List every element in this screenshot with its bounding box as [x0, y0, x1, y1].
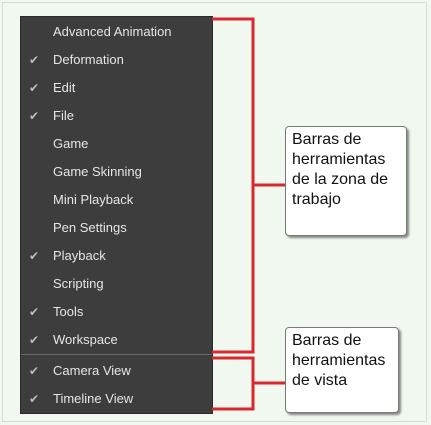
callout-line: de la zona de	[292, 171, 389, 188]
callout-line: de vista	[292, 372, 348, 389]
callout-workspace-toolbars: Barras de herramientas de la zona de tra…	[285, 126, 407, 236]
callout-line: Barras de	[292, 332, 362, 349]
callout-line: herramientas	[292, 151, 386, 168]
callout-line: herramientas	[292, 352, 386, 369]
workspace-bracket	[212, 17, 255, 354]
callout-line: Barras de	[292, 131, 362, 148]
callout-view-toolbars: Barras de herramientas de vista	[285, 327, 399, 413]
view-bracket	[212, 356, 255, 411]
callout-line: trabajo	[292, 191, 341, 208]
